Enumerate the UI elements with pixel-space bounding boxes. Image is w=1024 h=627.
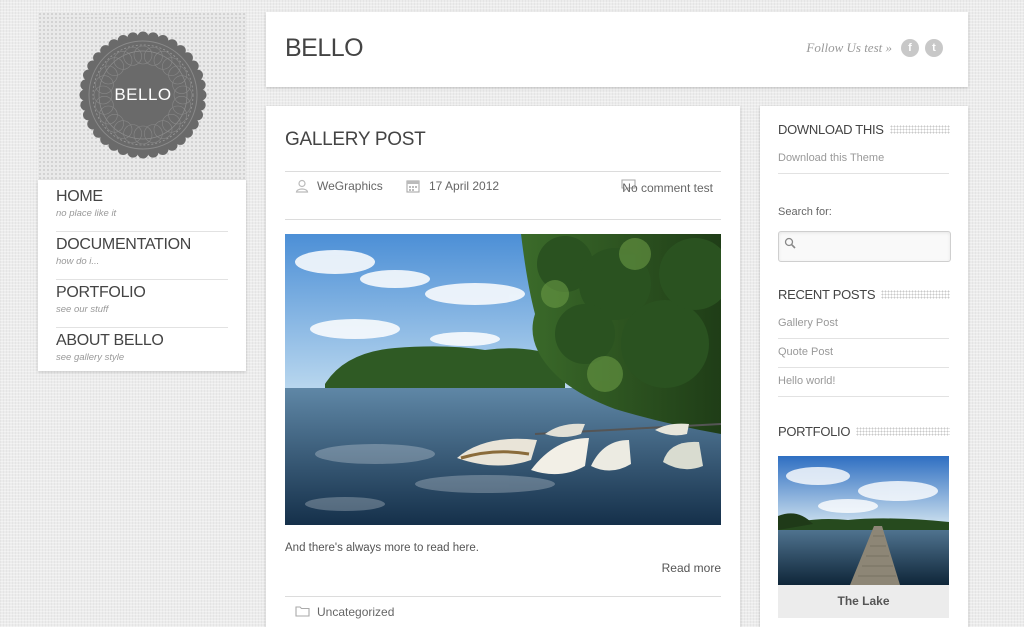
link-text[interactable]: Download this Theme: [778, 152, 884, 164]
portfolio-caption[interactable]: The Lake: [778, 585, 949, 618]
title-dots-divider: [881, 290, 950, 299]
logo-text: BELLO: [114, 85, 172, 104]
user-icon: [295, 179, 309, 193]
nav-item-subtitle: how do i...: [56, 256, 100, 267]
post-category-bar: Uncategorized: [285, 596, 721, 627]
download-theme-link[interactable]: Download this Theme: [778, 145, 949, 174]
post-meta: WeGraphics 17 April 2012 No comment test: [285, 171, 721, 220]
link-text[interactable]: Quote Post: [778, 346, 833, 358]
lake-photo: [285, 234, 721, 525]
portfolio-thumbnail[interactable]: [778, 456, 949, 585]
widget-title-text: RECENT POSTS: [778, 287, 876, 302]
nav-item-subtitle: see gallery style: [56, 352, 125, 363]
site-logo[interactable]: BELLO: [79, 31, 207, 159]
nav-item-subtitle: no place like it: [56, 208, 117, 219]
widget-title-text: DOWNLOAD THIS: [778, 122, 884, 137]
nav-item-label[interactable]: DOCUMENTATION: [56, 235, 228, 255]
nav-item-documentation[interactable]: DOCUMENTATION how do i...: [56, 232, 228, 280]
widget-title-download: DOWNLOAD THIS: [778, 122, 950, 137]
post-title[interactable]: GALLERY POST: [285, 129, 426, 151]
search-icon: [784, 237, 796, 249]
nav-item-subtitle: see our stuff: [56, 304, 109, 315]
post-excerpt: And there's always more to read here.: [285, 542, 479, 554]
link-text[interactable]: Hello world!: [778, 375, 835, 387]
post-author[interactable]: WeGraphics: [317, 179, 383, 193]
right-sidebar: DOWNLOAD THIS Download this Theme Search…: [760, 106, 968, 627]
pier-lake-photo: [778, 456, 949, 585]
nav-item-label[interactable]: HOME: [56, 187, 228, 207]
recent-post-item[interactable]: Gallery Post: [778, 310, 949, 339]
folder-icon: [295, 606, 310, 617]
nav-item-portfolio[interactable]: PORTFOLIO see our stuff: [56, 280, 228, 328]
widget-title-recent-posts: RECENT POSTS: [778, 287, 950, 302]
post-gallery-image[interactable]: ›: [285, 234, 721, 525]
widget-title-text: PORTFOLIO: [778, 424, 851, 439]
post-card: GALLERY POST WeGraphics 17 April 2012 No…: [266, 106, 740, 627]
title-dots-divider: [856, 427, 950, 436]
recent-post-item[interactable]: Hello world!: [778, 368, 949, 397]
post-category-link[interactable]: Uncategorized: [317, 605, 394, 619]
nav-item-home[interactable]: HOME no place like it: [56, 184, 228, 232]
nav-item-label[interactable]: PORTFOLIO: [56, 283, 228, 303]
site-title[interactable]: BELLO: [285, 34, 364, 63]
title-dots-divider: [889, 125, 950, 134]
post-comments-link[interactable]: No comment test: [617, 179, 713, 198]
search-label: Search for:: [778, 206, 832, 218]
calendar-icon: [406, 180, 420, 193]
search-input[interactable]: [778, 231, 951, 262]
logo-area: BELLO: [38, 12, 246, 180]
follow-us-text: Follow Us test »: [806, 40, 892, 55]
recent-post-item[interactable]: Quote Post: [778, 339, 949, 368]
link-text[interactable]: Gallery Post: [778, 317, 838, 329]
twitter-icon[interactable]: t: [925, 39, 943, 57]
site-header: BELLO Follow Us test » f t: [266, 12, 968, 87]
post-date: 17 April 2012: [429, 179, 500, 193]
main-nav: HOME no place like it DOCUMENTATION how …: [38, 180, 246, 371]
widget-title-portfolio: PORTFOLIO: [778, 424, 950, 439]
nav-item-label[interactable]: ABOUT BELLO: [56, 331, 228, 351]
facebook-icon[interactable]: f: [901, 39, 919, 57]
read-more-link[interactable]: Read more: [662, 561, 721, 575]
nav-item-about[interactable]: ABOUT BELLO see gallery style: [56, 328, 228, 376]
